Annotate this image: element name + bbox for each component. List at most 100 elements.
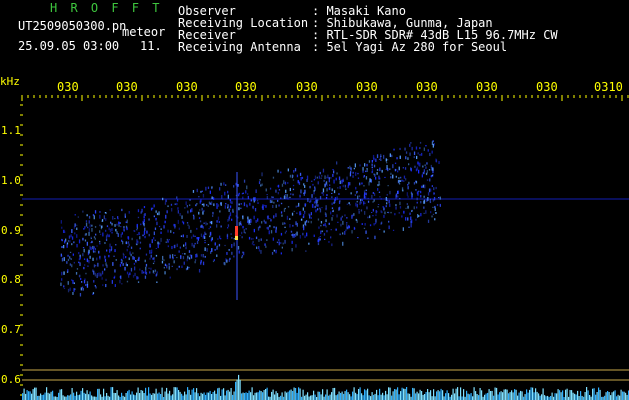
echo-dot <box>299 194 301 198</box>
echo-dot <box>61 271 63 276</box>
echo-dot <box>105 218 107 222</box>
noise-bar <box>142 390 144 400</box>
echo-dot <box>99 256 101 260</box>
echo-dot <box>63 287 66 290</box>
echo-dot <box>217 238 219 240</box>
echo-dot <box>109 243 111 248</box>
noise-bar <box>395 389 397 400</box>
echo-dot <box>373 199 375 202</box>
noise-bar <box>484 394 486 400</box>
echo-dot <box>253 244 255 246</box>
echo-dot <box>280 242 282 244</box>
noise-bar <box>565 389 567 400</box>
echo-dot <box>114 269 116 273</box>
echo-dot <box>267 226 269 230</box>
echo-dot <box>231 201 233 204</box>
noise-bar <box>224 395 226 400</box>
noise-bar <box>329 394 331 400</box>
noise-bar <box>94 396 96 400</box>
echo-dot <box>338 201 341 205</box>
echo-dot <box>306 232 308 237</box>
echo-dot <box>63 229 65 233</box>
echo-dot <box>380 153 382 157</box>
echo-dot <box>439 203 441 206</box>
noise-bar <box>217 388 219 400</box>
echo-dot <box>331 192 333 194</box>
echo-dot <box>379 196 381 198</box>
echo-dot <box>111 228 113 232</box>
echo-dot <box>360 199 362 202</box>
noise-bar <box>428 392 430 400</box>
echo-dot <box>237 246 240 250</box>
echo-dot <box>181 265 183 269</box>
noise-bar <box>373 394 375 400</box>
echo-dot <box>376 172 378 175</box>
echo-dot <box>344 214 346 217</box>
echo-dot <box>342 180 344 183</box>
noise-bar <box>256 392 258 400</box>
echo-dot <box>240 207 242 209</box>
echo-dot <box>261 183 263 186</box>
echo-dot <box>138 232 140 236</box>
echo-dot <box>169 276 171 279</box>
noise-bar <box>175 387 177 400</box>
echo-dot <box>79 274 81 278</box>
echo-dot <box>304 185 306 188</box>
echo-dot <box>286 215 289 220</box>
noise-bar <box>562 390 564 400</box>
echo-dot <box>85 272 87 275</box>
echo-dot <box>194 259 197 262</box>
echo-dot <box>193 215 195 220</box>
noise-bar <box>353 387 355 400</box>
echo-dot <box>224 191 226 196</box>
echo-dot <box>354 227 356 230</box>
noise-bar <box>22 393 24 400</box>
echo-dot <box>431 174 433 177</box>
echo-dot <box>377 188 379 191</box>
echo-dot <box>423 169 425 173</box>
echo-dot <box>409 152 411 156</box>
echo-dot <box>120 226 122 228</box>
noise-bar <box>203 392 205 400</box>
echo-dot <box>243 202 246 207</box>
echo-dot <box>238 250 240 254</box>
echo-dot <box>153 204 155 208</box>
echo-dot <box>204 255 206 258</box>
echo-dot <box>280 197 282 199</box>
noise-bar <box>545 396 547 400</box>
noise-bar <box>613 391 615 400</box>
echo-dot <box>387 185 389 187</box>
noise-bar <box>166 387 168 400</box>
echo-dot <box>303 214 305 218</box>
echo-dot <box>104 242 106 245</box>
echo-dot <box>63 257 66 259</box>
echo-dot <box>202 254 204 258</box>
echo-dot <box>125 221 127 223</box>
echo-dot <box>305 223 307 227</box>
echo-dot <box>153 270 155 273</box>
echo-dot <box>186 258 188 262</box>
echo-dot <box>130 246 133 249</box>
echo-dot <box>186 222 189 224</box>
echo-dot <box>324 238 326 240</box>
echo-dot <box>176 196 178 199</box>
noise-bar <box>581 395 583 400</box>
echo-dot <box>148 267 150 269</box>
noise-bar <box>271 391 273 400</box>
echo-dot <box>144 275 147 279</box>
echo-dot <box>346 176 348 180</box>
echo-dot <box>400 176 402 179</box>
echo-dot <box>72 292 74 295</box>
echo-dot <box>326 194 328 196</box>
echo-dot <box>88 220 90 224</box>
echo-dot <box>137 240 139 244</box>
echo-dot <box>422 184 424 188</box>
noise-bar <box>338 391 340 400</box>
noise-bar <box>107 395 109 400</box>
noise-bar <box>458 396 460 400</box>
echo-dot <box>362 167 364 171</box>
noise-bar <box>44 392 46 400</box>
echo-dot <box>398 179 400 183</box>
echo-dot <box>273 201 275 204</box>
echo-dot <box>145 266 147 270</box>
